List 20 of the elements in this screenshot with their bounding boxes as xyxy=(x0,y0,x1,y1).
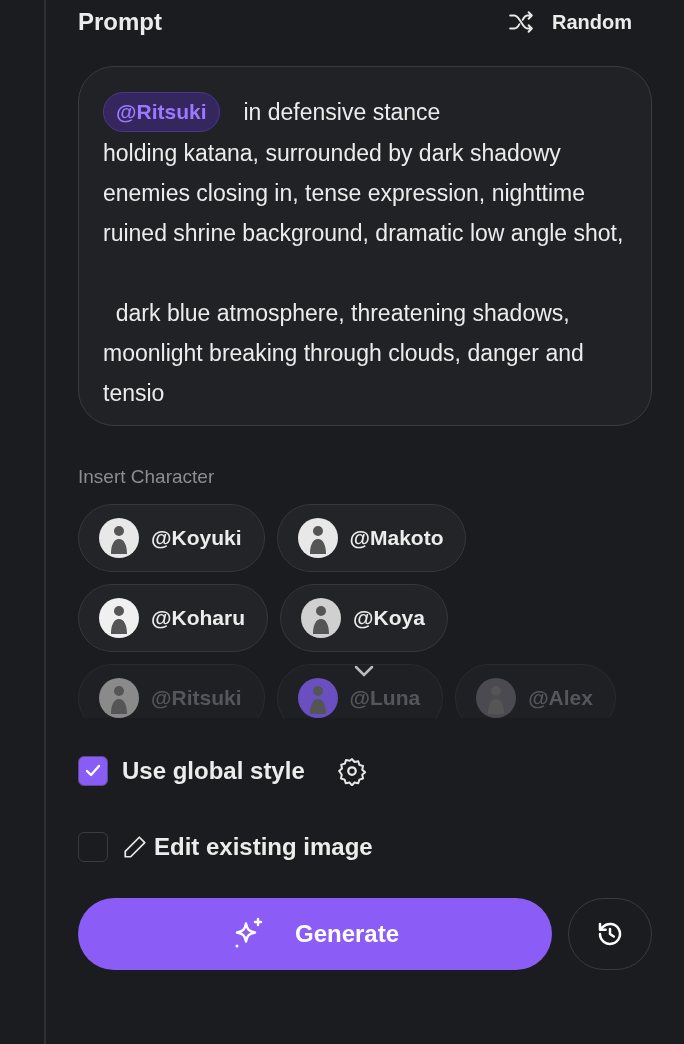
prompt-text: in defensive stance xyxy=(243,98,441,126)
option-label: Use global style xyxy=(122,757,305,785)
option-label: Edit existing image xyxy=(154,833,373,861)
random-button[interactable]: Random xyxy=(506,9,652,35)
character-chip[interactable]: @Koyuki xyxy=(78,504,265,572)
settings-icon[interactable] xyxy=(336,756,367,786)
section-label: Insert Character xyxy=(78,466,216,488)
prompt-field[interactable] xyxy=(78,66,652,426)
checkbox[interactable] xyxy=(78,756,108,786)
pencil-icon xyxy=(122,834,148,860)
generate-button[interactable]: Generate xyxy=(78,898,552,970)
checkbox[interactable] xyxy=(78,832,108,862)
mention-tag: @Ritsuki xyxy=(103,92,220,132)
chevron-down-icon[interactable] xyxy=(353,664,375,678)
character-chip[interactable]: @Koya xyxy=(280,584,448,652)
section-title: Prompt xyxy=(78,8,162,36)
prompt-text: holding katana, surrounded by dark shadowy enemies closing in, tense expression, nighttime ruined shrine background, dramatic low angle shot, dark blue atmosphere, threatening shadows, moonlight breaking through clouds, danger and tensio xyxy=(103,139,625,408)
shuffle-icon xyxy=(506,9,536,35)
character-chip[interactable]: @Makoto xyxy=(276,504,467,572)
character-chip[interactable]: @Koharu xyxy=(78,584,268,652)
